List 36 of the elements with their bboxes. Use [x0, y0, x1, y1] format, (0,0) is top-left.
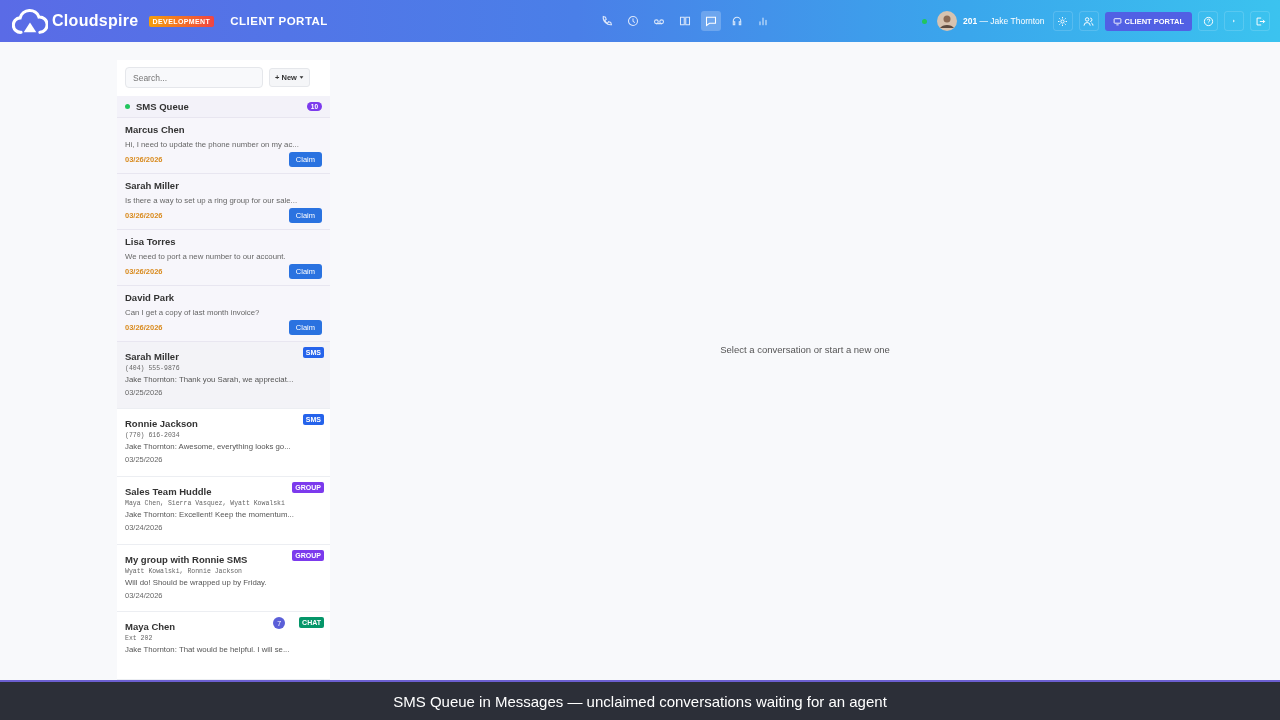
logout-button[interactable] — [1250, 11, 1270, 31]
clock-icon — [626, 15, 639, 27]
empty-state-text: Select a conversation or start a new one — [720, 343, 890, 355]
phone-icon — [600, 15, 613, 27]
cloud-logo-icon — [12, 7, 48, 35]
settings-button[interactable] — [1052, 11, 1073, 31]
chat-icon — [704, 15, 717, 27]
contact-name: Lisa Torres — [125, 235, 177, 247]
user-label: 201 — Jake Thornton — [962, 16, 1045, 26]
brand-name: Cloudspire — [52, 12, 139, 30]
caption-text: SMS Queue in Messages — unclaimed conversations waiting for an agent — [393, 692, 887, 710]
queue-title: SMS Queue — [136, 101, 190, 112]
conversation-name: Ronnie Jackson — [125, 418, 199, 430]
monitor-icon — [1112, 16, 1122, 26]
conversation-name: My group with Ronnie SMS — [125, 553, 249, 565]
avatar-icon — [936, 11, 957, 31]
gear-icon — [1057, 15, 1069, 27]
conversation-name: Maya Chen — [125, 621, 177, 633]
book-icon — [678, 15, 691, 27]
search-field[interactable]: Search... — [125, 67, 263, 88]
logout-icon — [1254, 15, 1266, 27]
contact-name: David Park — [125, 291, 176, 303]
help-icon — [1202, 15, 1214, 27]
help-button[interactable] — [1198, 11, 1218, 31]
caret-icon — [1231, 18, 1237, 24]
chart-icon — [756, 15, 769, 27]
chat-nav-button[interactable] — [700, 11, 721, 31]
contact-name: Sarah Miller — [125, 179, 180, 191]
users-icon — [1083, 15, 1095, 27]
headset-icon — [730, 15, 743, 27]
conversation-name: Sales Team Huddle — [125, 486, 213, 498]
contact-name: Marcus Chen — [125, 124, 186, 135]
caret-icon — [298, 75, 304, 80]
conversation-name: Sarah Miller — [125, 350, 180, 362]
users-button[interactable] — [1078, 11, 1099, 31]
portal-title: CLIENT PORTAL — [230, 15, 328, 27]
